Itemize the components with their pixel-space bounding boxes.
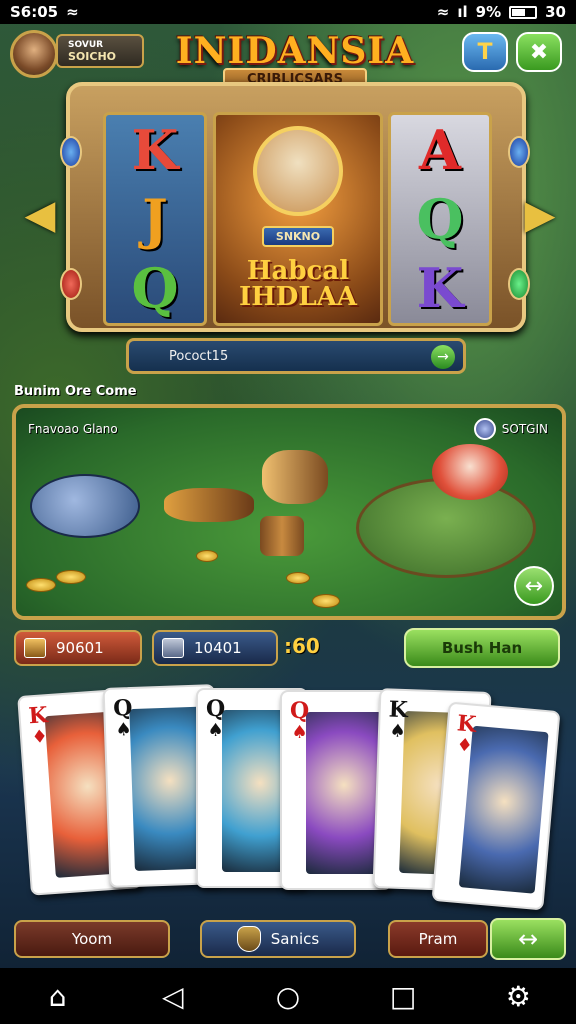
coin-icon <box>286 572 310 584</box>
reel-symbol: K <box>416 256 464 321</box>
swap-icon: ↔ <box>517 925 539 953</box>
green-gem-icon <box>508 268 530 300</box>
mascot-icon <box>253 126 343 217</box>
player-avatar[interactable] <box>10 30 58 78</box>
orb-icon <box>473 418 496 440</box>
shield-icon <box>236 926 261 952</box>
reel-symbol: Q <box>131 256 179 321</box>
shrimp-icon <box>164 488 254 522</box>
blue-gem-icon <box>60 136 82 168</box>
system-nav-bar: ⌂ ◁ ○ □ ⚙ <box>0 968 576 1024</box>
fish-panel-label: Fnavoao Glano <box>28 422 118 436</box>
bottom-button-2-label: Sanics <box>270 930 320 948</box>
reel-center-title-line1: Habcal <box>246 255 350 286</box>
card-corner: K ♦ <box>28 702 50 749</box>
reel-center-tag: SNKNO <box>261 226 335 248</box>
right-arrow-icon[interactable]: ▶ <box>520 180 560 250</box>
bottom-button-2[interactable]: Sanics <box>200 920 356 958</box>
reel-center-title: Habcal IHDLAA <box>239 258 357 310</box>
card-corner: K ♦ <box>454 710 477 757</box>
green-header-button[interactable]: ✖ <box>516 32 562 72</box>
swap-icon[interactable]: ↔ <box>514 566 554 606</box>
card-corner: K ♠ <box>388 696 409 743</box>
box-counter: 10401 <box>152 630 278 666</box>
box-value: 10401 <box>194 639 242 657</box>
section-label: Bunim Ore Come <box>14 384 137 399</box>
card-art <box>306 712 382 874</box>
swap-button[interactable]: ↔ <box>490 918 566 960</box>
chest-value: 90601 <box>56 639 104 657</box>
coin-icon <box>196 550 218 562</box>
shrimp-icon <box>262 450 328 504</box>
reel-symbol: A <box>419 117 461 182</box>
coin-icon <box>312 594 340 608</box>
fish-panel-right-label: SOTGIN <box>501 422 548 436</box>
promo-bar[interactable]: Pococt15 → <box>126 338 466 374</box>
chest-counter: 90601 <box>14 630 142 666</box>
bottom-button-3[interactable]: Pram <box>388 920 488 958</box>
close-icon: ✖ <box>529 39 549 65</box>
status-bar: S6:05 ≈ ≈ ıl 9% 30 <box>0 0 576 24</box>
card-rank: K <box>388 696 409 724</box>
back-icon[interactable]: ◁ <box>153 976 193 1016</box>
fish-panel-header-right: SOTGIN <box>473 418 548 440</box>
playing-card[interactable]: K ♦ <box>431 701 561 911</box>
reel-left: K J Q <box>103 112 207 326</box>
recents-icon[interactable]: □ <box>383 976 423 1016</box>
reel-right: A Q K <box>388 112 492 326</box>
coin-icon <box>26 578 56 592</box>
bottom-button-1[interactable]: Yoom <box>14 920 170 958</box>
action-button[interactable]: Bush Han <box>404 628 560 668</box>
blue-fish-icon <box>30 474 140 538</box>
card-rank: Q <box>290 698 310 724</box>
promo-text: Pococt15 <box>169 348 229 364</box>
battery-icon <box>509 5 538 19</box>
home-circle-icon[interactable]: ○ <box>268 976 308 1016</box>
arrow-right-icon[interactable]: → <box>431 345 455 369</box>
reel-center-title-line2: IHDLAA <box>239 281 357 312</box>
home-icon[interactable]: ⌂ <box>38 976 78 1016</box>
reel-symbol: J <box>142 186 168 251</box>
player-line2: SOICHO <box>68 50 116 63</box>
card-suit-icon: ♠ <box>207 720 224 741</box>
chest-icon <box>24 638 46 658</box>
game-title: INIDANSIA <box>175 30 415 72</box>
left-arrow-icon[interactable]: ◀ <box>20 180 60 250</box>
status-time: S6:05 <box>10 3 59 21</box>
card-corner: Q ♠ <box>206 698 225 742</box>
coin-icon <box>56 570 86 584</box>
fish-game-panel[interactable]: Fnavoao Glano SOTGIN ↔ <box>12 404 566 620</box>
reel-symbol: K <box>131 117 179 182</box>
red-gem-icon <box>60 268 82 300</box>
reel-center: SNKNO Habcal IHDLAA <box>213 112 383 326</box>
card-suit-icon: ♠ <box>389 720 407 743</box>
reel-symbol: Q <box>416 186 464 251</box>
settings-icon[interactable]: ⚙ <box>498 976 538 1016</box>
status-right-text: 30 <box>545 3 566 21</box>
box-icon <box>162 638 184 658</box>
card-rank: Q <box>206 696 226 722</box>
timer: :60 <box>284 634 320 658</box>
card-suit-icon: ♠ <box>291 722 308 743</box>
card-corner: Q ♠ <box>290 700 309 744</box>
wifi-icon: ≈ <box>66 3 79 21</box>
blue-gem-icon <box>508 136 530 168</box>
card-suit-icon: ♠ <box>115 719 133 741</box>
signal-icon: ıl <box>457 3 468 21</box>
trophy-icon: T <box>477 39 493 65</box>
player-tag[interactable]: SOVUR SOICHO <box>56 34 144 68</box>
red-fish-icon <box>432 444 508 500</box>
card-suit-icon: ♦ <box>455 734 474 757</box>
wifi-signal-icon: ≈ <box>436 3 450 21</box>
blue-header-button[interactable]: T <box>462 32 508 72</box>
battery-percent: 9% <box>475 3 502 21</box>
card-suit-icon: ♦ <box>30 726 49 749</box>
card-corner: Q ♠ <box>112 694 134 742</box>
card-rank: Q <box>112 694 133 722</box>
barrel-icon <box>260 516 304 556</box>
